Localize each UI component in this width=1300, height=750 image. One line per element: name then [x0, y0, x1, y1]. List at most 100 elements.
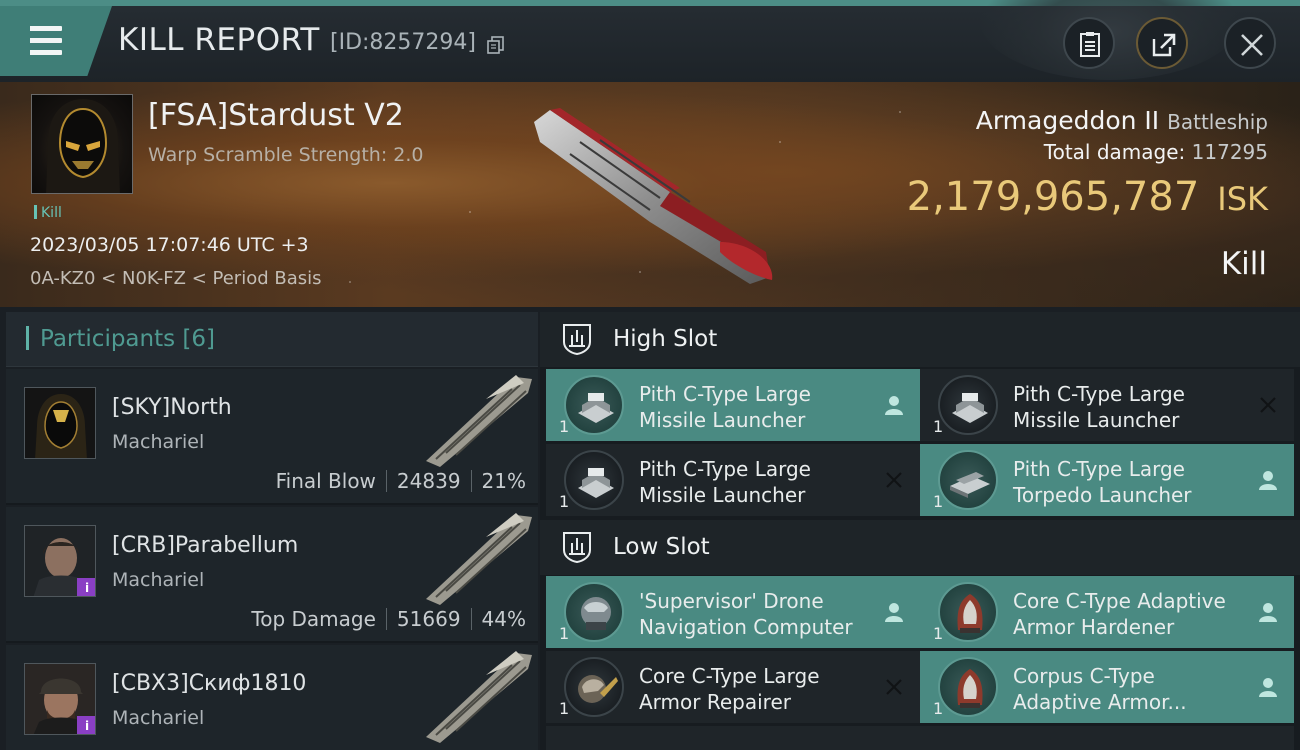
module-name: Pith C-Type Large Missile Launcher: [639, 382, 811, 432]
participant-ship-image: [426, 513, 532, 605]
module-name: Corpus C-Type Adaptive Armor...: [1013, 664, 1187, 714]
participant-row[interactable]: [SKY]North Machariel Final Blow 24839 21%: [6, 369, 538, 505]
module-quantity: 1: [559, 417, 570, 436]
module-item-partial[interactable]: [546, 726, 920, 750]
high-slot-header: High Slot: [540, 312, 1300, 367]
module-quantity: 1: [933, 624, 944, 643]
victim-name[interactable]: [FSA]Stardust V2: [148, 98, 404, 133]
dropped-person-icon: [1259, 471, 1277, 490]
participant-name: [CRB]Parabellum: [112, 533, 299, 558]
kill-datetime: 2023/03/05 17:07:46 UTC +3: [30, 234, 309, 256]
participant-row[interactable]: i [CBX3]Скиф1810 Machariel: [6, 645, 538, 750]
participant-damage: 24839: [396, 469, 461, 493]
module-name: Core C-Type Large Armor Repairer: [639, 664, 820, 714]
module-item[interactable]: 1 Pith C-Type Large Missile Launcher: [546, 444, 920, 516]
top-bar: KILL REPORT [ID:8257294]: [0, 0, 1300, 82]
victim-banner: [FSA]Stardust V2 Warp Scramble Strength:…: [0, 82, 1300, 307]
module-name: Pith C-Type Large Missile Launcher: [1013, 382, 1185, 432]
report-id: [ID:8257294]: [330, 30, 476, 55]
ship-class: Battleship: [1167, 110, 1268, 134]
participant-avatar: [24, 387, 96, 459]
module-item[interactable]: 1 Pith C-Type Large Missile Launcher: [546, 369, 920, 441]
participant-percent: 21%: [481, 469, 526, 493]
armor-repairer-icon: [564, 657, 624, 717]
torpedo-launcher-icon: [938, 450, 998, 510]
destroyed-x-icon: [886, 679, 902, 695]
high-slot-label: High Slot: [613, 326, 718, 352]
participant-percent: 44%: [481, 607, 526, 631]
victim-portrait[interactable]: [31, 94, 133, 194]
victim-ship-image: [534, 108, 773, 284]
module-name: Core C-Type Adaptive Armor Hardener: [1013, 589, 1226, 639]
participant-row[interactable]: i [CRB]Parabellum Machariel Top Damage 51…: [6, 507, 538, 643]
dropped-person-icon: [885, 396, 903, 415]
module-item[interactable]: 1 Pith C-Type Large Torpedo Launcher: [920, 444, 1294, 516]
high-slot-icon: [563, 324, 591, 356]
module-quantity: 1: [559, 699, 570, 718]
participant-stats: Top Damage 51669 44%: [251, 607, 526, 631]
low-slot-label: Low Slot: [613, 534, 710, 560]
fitting-panel: High Slot 1 Pith C-Type Large Missile Lau…: [540, 312, 1300, 750]
clipboard-icon: [1080, 32, 1100, 57]
isk-unit: ISK: [1217, 180, 1268, 218]
module-quantity: 1: [933, 417, 944, 436]
module-quantity: 1: [559, 624, 570, 643]
participant-ship-image: [426, 651, 532, 743]
participant-damage: 51669: [396, 607, 461, 631]
kill-tag: Kill: [34, 205, 62, 221]
module-name: 'Supervisor' Drone Navigation Computer: [639, 589, 853, 639]
module-item[interactable]: 1 Core C-Type Large Armor Repairer: [546, 651, 920, 723]
module-item-partial[interactable]: [920, 726, 1294, 750]
share-button[interactable]: [1136, 17, 1188, 69]
adaptive-armor-icon: [938, 657, 998, 717]
participant-ship: Machariel: [112, 707, 205, 729]
participant-avatar: i: [24, 663, 96, 735]
missile-launcher-icon: [564, 450, 624, 510]
copy-icon[interactable]: [487, 36, 505, 54]
module-quantity: 1: [933, 492, 944, 511]
victim-avatar: [46, 99, 120, 193]
armor-hardener-icon: [938, 582, 998, 642]
module-item[interactable]: 1 Core C-Type Adaptive Armor Hardener: [920, 576, 1294, 648]
participant-avatar: i: [24, 525, 96, 597]
drone-navigation-computer-icon: [564, 582, 624, 642]
participants-header: Participants [6]: [6, 312, 538, 367]
close-icon: [1241, 34, 1263, 56]
missile-launcher-icon: [564, 375, 624, 435]
isk-amount: 2,179,965,787: [906, 174, 1200, 220]
kill-location[interactable]: 0A-KZ0 < N0K-FZ < Period Basis: [30, 268, 322, 289]
info-badge-icon: i: [77, 578, 95, 596]
participant-ship: Machariel: [112, 431, 205, 453]
participant-name: [SKY]North: [112, 395, 232, 420]
low-slot-icon: [563, 532, 591, 564]
destroyed-x-icon: [1260, 397, 1276, 413]
isk-value: 2,179,965,787 ISK: [907, 174, 1268, 220]
missile-launcher-icon: [938, 375, 998, 435]
participant-stats: Final Blow 24839 21%: [276, 469, 526, 493]
participants-accent: [26, 326, 29, 350]
participant-ship-image: [426, 375, 532, 467]
info-badge-icon: i: [77, 716, 95, 734]
menu-button[interactable]: [0, 6, 112, 76]
module-item[interactable]: 1 Corpus C-Type Adaptive Armor...: [920, 651, 1294, 723]
ship-type[interactable]: Armageddon II Battleship: [976, 106, 1268, 135]
page-title: KILL REPORT: [118, 22, 320, 58]
ship-name: Armageddon II: [975, 106, 1160, 135]
module-item[interactable]: 1 Pith C-Type Large Missile Launcher: [920, 369, 1294, 441]
module-quantity: 1: [559, 492, 570, 511]
module-item[interactable]: 1 'Supervisor' Drone Navigation Computer: [546, 576, 920, 648]
dropped-person-icon: [885, 603, 903, 622]
total-damage-label: Total damage:: [1043, 140, 1186, 164]
participants-title: Participants [6]: [40, 326, 216, 352]
close-button[interactable]: [1224, 17, 1276, 69]
share-icon: [1152, 33, 1176, 57]
participant-name: [CBX3]Скиф1810: [112, 671, 307, 696]
module-quantity: 1: [933, 699, 944, 718]
low-slot-header: Low Slot: [540, 520, 1300, 575]
participant-ship: Machariel: [112, 569, 205, 591]
total-damage: Total damage: 117295: [1044, 140, 1268, 164]
dropped-person-icon: [1259, 678, 1277, 697]
dropped-person-icon: [1259, 603, 1277, 622]
total-damage-value: 117295: [1191, 140, 1268, 164]
clipboard-button[interactable]: [1063, 17, 1115, 69]
